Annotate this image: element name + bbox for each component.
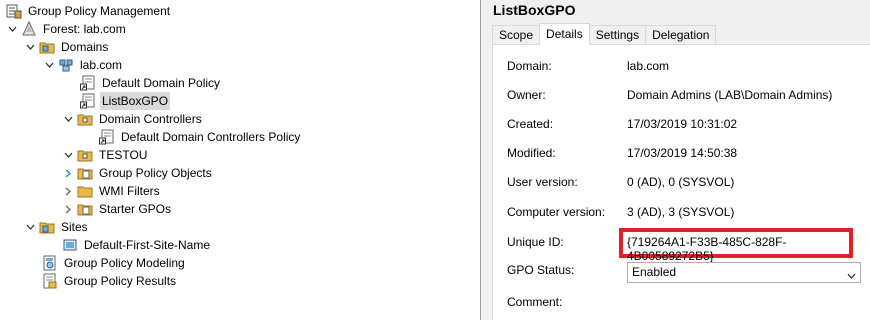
unique-id-value[interactable]: {719264A1-F33B-485C-828F-4B00589272B5} [627,235,870,263]
tree-item-sites[interactable]: Sites [24,218,90,236]
owner-label: Owner: [507,88,546,102]
tree-item-starter-gpos[interactable]: Starter GPOs [62,200,173,218]
tree-item-label: Domains [61,40,109,54]
tree-item-label: Group Policy Modeling [64,256,185,270]
owner-value: Domain Admins (LAB\Domain Admins) [627,88,833,102]
tree-item-label: WMI Filters [99,184,160,198]
domain-label: Domain: [507,59,552,73]
tree-item-label: Forest: lab.com [43,22,126,36]
tree-item-lab-com[interactable]: lab.com [43,56,124,74]
domain-value: lab.com [627,59,670,73]
gpo-link-icon [80,93,96,109]
computer-version-label: Computer version: [507,205,606,219]
tree-item-label: Default Domain Controllers Policy [121,130,301,144]
tree-item-label: Group Policy Management [28,4,171,18]
tree-item-default-first-site[interactable]: Default-First-Site-Name [62,236,212,254]
gpo-status-select[interactable]: Enabled [627,262,861,283]
tree-item-default-dc-policy[interactable]: Default Domain Controllers Policy [99,128,302,146]
chevron-down-icon[interactable] [6,20,18,38]
tab-scope[interactable]: Scope [492,25,541,45]
tab-strip: Scope Details Settings Delegation [492,23,717,45]
chevron-right-icon[interactable] [62,164,74,182]
chevron-down-icon[interactable] [24,218,36,236]
tree-item-label: Group Policy Objects [99,166,212,180]
tree-item-label: Starter GPOs [99,202,172,216]
user-version-label: User version: [507,175,578,189]
tree-item-domains[interactable]: Domains [24,38,110,56]
wmi-folder-icon [77,183,93,199]
console-tree: Group Policy Management Forest: lab.com … [0,0,480,320]
tree-item-forest[interactable]: Forest: lab.com [6,20,128,38]
tree-item-label: ListBoxGPO [100,92,171,110]
results-icon [42,273,58,289]
created-label: Created: [507,117,554,131]
tree-item-label: TESTOU [99,148,148,162]
details-panel: Domain: lab.com Owner: Domain Admins (LA… [492,44,870,320]
tree-item-default-domain-policy[interactable]: Default Domain Policy [80,74,222,92]
gpo-link-icon [80,75,96,91]
site-icon [62,237,78,253]
tree-item-label: Group Policy Results [64,274,177,288]
chevron-down-icon[interactable] [24,38,36,56]
sites-icon [39,219,55,235]
tree-item-label: Default-First-Site-Name [84,238,211,252]
tree-item-wmi-filters[interactable]: WMI Filters [62,182,162,200]
tree-item-group-policy-objects[interactable]: Group Policy Objects [62,164,214,182]
tree-item-testou[interactable]: TESTOU [62,146,149,164]
gpo-folder-icon [77,165,93,181]
tree-item-label: Default Domain Policy [102,76,221,90]
computer-version-value: 3 (AD), 3 (SYSVOL) [627,205,735,219]
gpo-link-icon [99,129,115,145]
starter-gpo-folder-icon [77,201,93,217]
tree-item-label: Sites [61,220,88,234]
tree-item-gp-modeling[interactable]: Group Policy Modeling [42,254,187,272]
tree-item-label: Domain Controllers [99,112,202,126]
tab-delegation[interactable]: Delegation [645,25,717,45]
gpo-title: ListBoxGPO [493,2,576,18]
chevron-right-icon[interactable] [62,200,74,218]
tree-item-gp-results[interactable]: Group Policy Results [42,272,178,290]
tab-details[interactable]: Details [539,23,590,45]
modified-value: 17/03/2019 14:50:38 [627,146,738,160]
gpmc-icon [6,3,22,19]
tab-settings[interactable]: Settings [588,25,647,45]
modeling-icon [42,255,58,271]
tree-item-group-policy-management[interactable]: Group Policy Management [6,2,172,20]
gpo-status-value: Enabled [632,265,677,279]
pane-splitter[interactable] [480,0,488,320]
details-pane: ListBoxGPO Scope Details Settings Delega… [488,0,870,320]
ou-folder-icon [77,147,93,163]
tree-item-label: lab.com [80,58,123,72]
domains-folder-icon [39,39,55,55]
chevron-down-icon [847,268,856,282]
gpo-status-label: GPO Status: [507,263,575,277]
chevron-down-icon[interactable] [62,110,74,128]
created-value: 17/03/2019 10:31:02 [627,117,738,131]
chevron-down-icon[interactable] [43,56,55,74]
tree-item-domain-controllers[interactable]: Domain Controllers [62,110,204,128]
chevron-right-icon[interactable] [62,182,74,200]
forest-icon [21,21,37,37]
chevron-down-icon[interactable] [62,146,74,164]
user-version-value: 0 (AD), 0 (SYSVOL) [627,175,735,189]
modified-label: Modified: [507,146,556,160]
ou-folder-icon [77,111,93,127]
unique-id-label: Unique ID: [507,235,564,249]
comment-label: Comment: [507,295,563,309]
domain-icon [58,57,74,73]
tree-item-listboxgpo[interactable]: ListBoxGPO [80,92,171,110]
